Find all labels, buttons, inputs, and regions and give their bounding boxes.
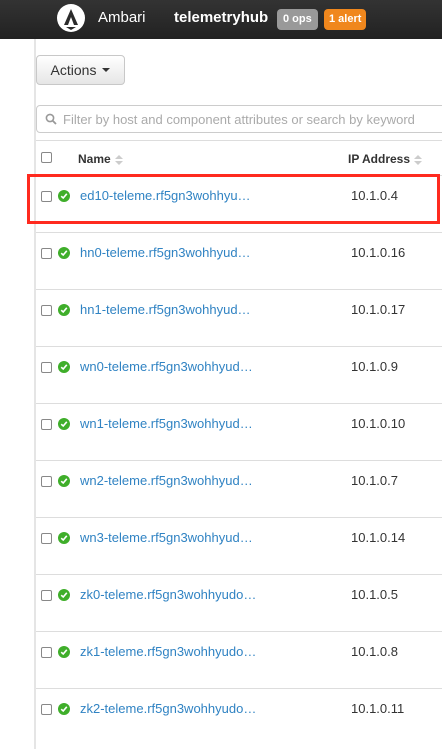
ops-badge[interactable]: 0 ops: [277, 9, 318, 30]
check-circle-icon: [58, 589, 70, 601]
name-column-header[interactable]: Name: [78, 152, 123, 166]
row-checkbox[interactable]: [41, 647, 52, 658]
row-checkbox[interactable]: [41, 419, 52, 430]
row-checkbox[interactable]: [41, 533, 52, 544]
brand-name[interactable]: Ambari: [98, 9, 146, 26]
host-link[interactable]: wn2-teleme.rf5gn3wohhyud…: [80, 473, 280, 488]
check-circle-icon: [58, 304, 70, 316]
host-link[interactable]: hn1-teleme.rf5gn3wohhyud…: [80, 302, 280, 317]
check-circle-icon: [58, 247, 70, 259]
search-input[interactable]: [63, 106, 442, 132]
row-checkbox[interactable]: [41, 704, 52, 715]
row-checkbox[interactable]: [41, 590, 52, 601]
host-link[interactable]: zk2-teleme.rf5gn3wohhyudo…: [80, 701, 280, 716]
row-checkbox[interactable]: [41, 362, 52, 373]
check-circle-icon: [58, 418, 70, 430]
table-row: zk1-teleme.rf5gn3wohhyudo… 10.1.0.8: [36, 631, 442, 688]
top-navbar: Ambari telemetryhub 0 ops 1 alert: [0, 0, 442, 39]
ambari-logo-icon[interactable]: [56, 3, 86, 33]
ip-address: 10.1.0.16: [351, 245, 406, 260]
table-header: Name IP Address: [36, 141, 442, 175]
name-column-label: Name: [78, 152, 111, 166]
ip-address: 10.1.0.5: [351, 587, 398, 602]
table-row: wn0-teleme.rf5gn3wohhyud… 10.1.0.9: [36, 346, 442, 403]
ip-address: 10.1.0.7: [351, 473, 398, 488]
highlight-box: [27, 174, 440, 224]
ip-address: 10.1.0.11: [351, 701, 405, 716]
actions-button[interactable]: Actions: [36, 55, 125, 85]
search-icon: [45, 113, 57, 125]
check-circle-icon: [58, 475, 70, 487]
table-row: zk0-teleme.rf5gn3wohhyudo… 10.1.0.5: [36, 574, 442, 631]
ip-address: 10.1.0.8: [351, 644, 398, 659]
check-circle-icon: [58, 646, 70, 658]
host-link[interactable]: wn3-teleme.rf5gn3wohhyud…: [80, 530, 280, 545]
sort-icon: [414, 154, 423, 165]
table-row: wn1-teleme.rf5gn3wohhyud… 10.1.0.10: [36, 403, 442, 460]
row-checkbox[interactable]: [41, 476, 52, 487]
table-row: hn0-teleme.rf5gn3wohhyud… 10.1.0.16: [36, 232, 442, 289]
check-circle-icon: [58, 361, 70, 373]
ip-address: 10.1.0.14: [351, 530, 406, 545]
host-link[interactable]: zk1-teleme.rf5gn3wohhyudo…: [80, 644, 280, 659]
ip-address: 10.1.0.9: [351, 359, 398, 374]
table-row: wn2-teleme.rf5gn3wohhyud… 10.1.0.7: [36, 460, 442, 517]
table-row: wn3-teleme.rf5gn3wohhyud… 10.1.0.14: [36, 517, 442, 574]
host-link[interactable]: zk0-teleme.rf5gn3wohhyudo…: [80, 587, 280, 602]
check-circle-icon: [58, 532, 70, 544]
cluster-name[interactable]: telemetryhub: [174, 9, 268, 26]
actions-button-label: Actions: [50, 62, 97, 78]
host-link[interactable]: wn0-teleme.rf5gn3wohhyud…: [80, 359, 280, 374]
host-link[interactable]: wn1-teleme.rf5gn3wohhyud…: [80, 416, 280, 431]
ip-column-label: IP Address: [348, 152, 411, 166]
sort-icon: [114, 154, 123, 165]
check-circle-icon: [58, 703, 70, 715]
ip-address: 10.1.0.17: [351, 302, 406, 317]
ip-address: 10.1.0.10: [351, 416, 406, 431]
alert-badge[interactable]: 1 alert: [324, 9, 367, 30]
caret-down-icon: [102, 68, 111, 72]
ip-column-header[interactable]: IP Address: [348, 152, 423, 166]
host-link[interactable]: hn0-teleme.rf5gn3wohhyud…: [80, 245, 280, 260]
host-filter-search[interactable]: [36, 105, 442, 133]
table-row: hn1-teleme.rf5gn3wohhyud… 10.1.0.17: [36, 289, 442, 346]
row-checkbox[interactable]: [41, 305, 52, 316]
select-all-checkbox[interactable]: [41, 152, 52, 163]
row-checkbox[interactable]: [41, 248, 52, 259]
table-row: zk2-teleme.rf5gn3wohhyudo… 10.1.0.11: [36, 688, 442, 749]
